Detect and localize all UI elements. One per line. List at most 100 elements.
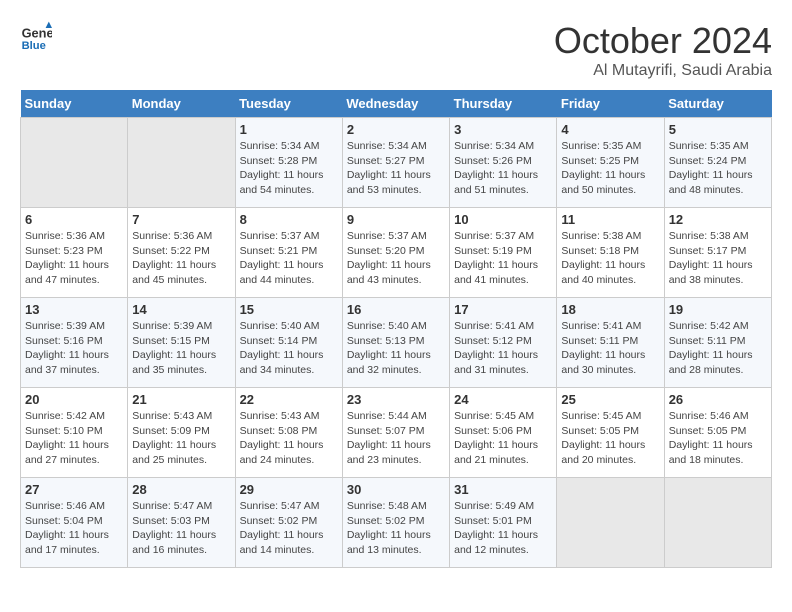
calendar-cell: 3 Sunrise: 5:34 AM Sunset: 5:26 PM Daylig… [450,118,557,208]
day-number: 6 [25,212,123,227]
day-info: Sunrise: 5:38 AM Sunset: 5:18 PM Dayligh… [561,229,659,288]
calendar-cell: 13 Sunrise: 5:39 AM Sunset: 5:16 PM Dayli… [21,298,128,388]
calendar-cell: 22Sunrise: 5:43 AM Sunset: 5:08 PM Dayli… [235,388,342,478]
calendar-cell: 16 Sunrise: 5:40 AM Sunset: 5:13 PM Dayli… [342,298,449,388]
day-info: Sunrise: 5:34 AM Sunset: 5:26 PM Dayligh… [454,139,552,198]
day-info: Sunrise: 5:36 AM Sunset: 5:22 PM Dayligh… [132,229,230,288]
calendar-cell: 17 Sunrise: 5:41 AM Sunset: 5:12 PM Dayli… [450,298,557,388]
calendar-cell: 26 Sunrise: 5:46 AM Sunset: 5:05 PM Dayli… [664,388,771,478]
calendar-cell [21,118,128,208]
day-info: Sunrise: 5:44 AM Sunset: 5:07 PM Dayligh… [347,409,445,468]
day-number: 31 [454,482,552,497]
calendar-cell: 12Sunrise: 5:38 AM Sunset: 5:17 PM Dayli… [664,208,771,298]
day-info: Sunrise: 5:43 AM Sunset: 5:08 PM Dayligh… [240,409,338,468]
day-header-monday: Monday [128,90,235,118]
day-number: 19 [669,302,767,317]
day-number: 18 [561,302,659,317]
day-info: Sunrise: 5:48 AM Sunset: 5:02 PM Dayligh… [347,499,445,558]
calendar-cell: 2 Sunrise: 5:34 AM Sunset: 5:27 PM Daylig… [342,118,449,208]
calendar-cell: 15Sunrise: 5:40 AM Sunset: 5:14 PM Dayli… [235,298,342,388]
day-info: Sunrise: 5:37 AM Sunset: 5:21 PM Dayligh… [240,229,338,288]
day-number: 28 [132,482,230,497]
day-number: 9 [347,212,445,227]
calendar-week-2: 6Sunrise: 5:36 AM Sunset: 5:23 PM Daylig… [21,208,772,298]
calendar-cell: 24 Sunrise: 5:45 AM Sunset: 5:06 PM Dayli… [450,388,557,478]
location: Al Mutayrifi, Saudi Arabia [554,62,772,80]
day-number: 23 [347,392,445,407]
day-number: 10 [454,212,552,227]
day-number: 25 [561,392,659,407]
day-info: Sunrise: 5:39 AM Sunset: 5:16 PM Dayligh… [25,319,123,378]
day-number: 24 [454,392,552,407]
day-info: Sunrise: 5:41 AM Sunset: 5:12 PM Dayligh… [454,319,552,378]
calendar-cell: 29 Sunrise: 5:47 AM Sunset: 5:02 PM Dayli… [235,478,342,568]
day-number: 1 [240,122,338,137]
day-info: Sunrise: 5:34 AM Sunset: 5:28 PM Dayligh… [240,139,338,198]
calendar-cell: 4 Sunrise: 5:35 AM Sunset: 5:25 PM Daylig… [557,118,664,208]
calendar-cell: 7 Sunrise: 5:36 AM Sunset: 5:22 PM Daylig… [128,208,235,298]
day-info: Sunrise: 5:35 AM Sunset: 5:25 PM Dayligh… [561,139,659,198]
day-number: 2 [347,122,445,137]
page-header: General Blue October 2024 Al Mutayrifi, … [20,20,772,80]
calendar-cell: 14Sunrise: 5:39 AM Sunset: 5:15 PM Dayli… [128,298,235,388]
day-number: 30 [347,482,445,497]
calendar-cell [664,478,771,568]
logo-icon: General Blue [20,20,52,52]
day-info: Sunrise: 5:43 AM Sunset: 5:09 PM Dayligh… [132,409,230,468]
day-info: Sunrise: 5:37 AM Sunset: 5:19 PM Dayligh… [454,229,552,288]
day-number: 5 [669,122,767,137]
day-number: 17 [454,302,552,317]
day-header-wednesday: Wednesday [342,90,449,118]
day-number: 12 [669,212,767,227]
day-header-saturday: Saturday [664,90,771,118]
day-info: Sunrise: 5:37 AM Sunset: 5:20 PM Dayligh… [347,229,445,288]
day-number: 3 [454,122,552,137]
day-info: Sunrise: 5:49 AM Sunset: 5:01 PM Dayligh… [454,499,552,558]
day-info: Sunrise: 5:35 AM Sunset: 5:24 PM Dayligh… [669,139,767,198]
calendar-cell: 5 Sunrise: 5:35 AM Sunset: 5:24 PM Daylig… [664,118,771,208]
day-info: Sunrise: 5:42 AM Sunset: 5:11 PM Dayligh… [669,319,767,378]
day-number: 11 [561,212,659,227]
day-number: 29 [240,482,338,497]
day-info: Sunrise: 5:45 AM Sunset: 5:05 PM Dayligh… [561,409,659,468]
calendar-cell: 23 Sunrise: 5:44 AM Sunset: 5:07 PM Dayli… [342,388,449,478]
calendar-cell: 30 Sunrise: 5:48 AM Sunset: 5:02 PM Dayli… [342,478,449,568]
day-number: 16 [347,302,445,317]
calendar-cell: 11 Sunrise: 5:38 AM Sunset: 5:18 PM Dayli… [557,208,664,298]
day-info: Sunrise: 5:47 AM Sunset: 5:03 PM Dayligh… [132,499,230,558]
calendar-cell [557,478,664,568]
day-info: Sunrise: 5:47 AM Sunset: 5:02 PM Dayligh… [240,499,338,558]
svg-text:Blue: Blue [22,40,46,52]
day-info: Sunrise: 5:42 AM Sunset: 5:10 PM Dayligh… [25,409,123,468]
calendar-week-1: 1 Sunrise: 5:34 AM Sunset: 5:28 PM Daylig… [21,118,772,208]
day-number: 8 [240,212,338,227]
day-number: 7 [132,212,230,227]
calendar-cell: 25 Sunrise: 5:45 AM Sunset: 5:05 PM Dayli… [557,388,664,478]
day-info: Sunrise: 5:46 AM Sunset: 5:05 PM Dayligh… [669,409,767,468]
day-header-friday: Friday [557,90,664,118]
calendar-cell: 31 Sunrise: 5:49 AM Sunset: 5:01 PM Dayli… [450,478,557,568]
calendar-cell: 1 Sunrise: 5:34 AM Sunset: 5:28 PM Daylig… [235,118,342,208]
day-number: 14 [132,302,230,317]
month-title: October 2024 [554,20,772,62]
day-info: Sunrise: 5:34 AM Sunset: 5:27 PM Dayligh… [347,139,445,198]
day-number: 27 [25,482,123,497]
title-area: October 2024 Al Mutayrifi, Saudi Arabia [554,20,772,80]
calendar-header-row: SundayMondayTuesdayWednesdayThursdayFrid… [21,90,772,118]
day-header-sunday: Sunday [21,90,128,118]
day-info: Sunrise: 5:40 AM Sunset: 5:14 PM Dayligh… [240,319,338,378]
day-info: Sunrise: 5:41 AM Sunset: 5:11 PM Dayligh… [561,319,659,378]
calendar-week-4: 20Sunrise: 5:42 AM Sunset: 5:10 PM Dayli… [21,388,772,478]
calendar-cell: 27Sunrise: 5:46 AM Sunset: 5:04 PM Dayli… [21,478,128,568]
calendar-week-3: 13 Sunrise: 5:39 AM Sunset: 5:16 PM Dayli… [21,298,772,388]
calendar-week-5: 27Sunrise: 5:46 AM Sunset: 5:04 PM Dayli… [21,478,772,568]
calendar-cell: 28 Sunrise: 5:47 AM Sunset: 5:03 PM Dayli… [128,478,235,568]
calendar-cell: 6Sunrise: 5:36 AM Sunset: 5:23 PM Daylig… [21,208,128,298]
calendar-cell: 8 Sunrise: 5:37 AM Sunset: 5:21 PM Daylig… [235,208,342,298]
day-number: 13 [25,302,123,317]
day-info: Sunrise: 5:45 AM Sunset: 5:06 PM Dayligh… [454,409,552,468]
calendar-cell: 20Sunrise: 5:42 AM Sunset: 5:10 PM Dayli… [21,388,128,478]
day-info: Sunrise: 5:40 AM Sunset: 5:13 PM Dayligh… [347,319,445,378]
day-number: 26 [669,392,767,407]
day-number: 4 [561,122,659,137]
